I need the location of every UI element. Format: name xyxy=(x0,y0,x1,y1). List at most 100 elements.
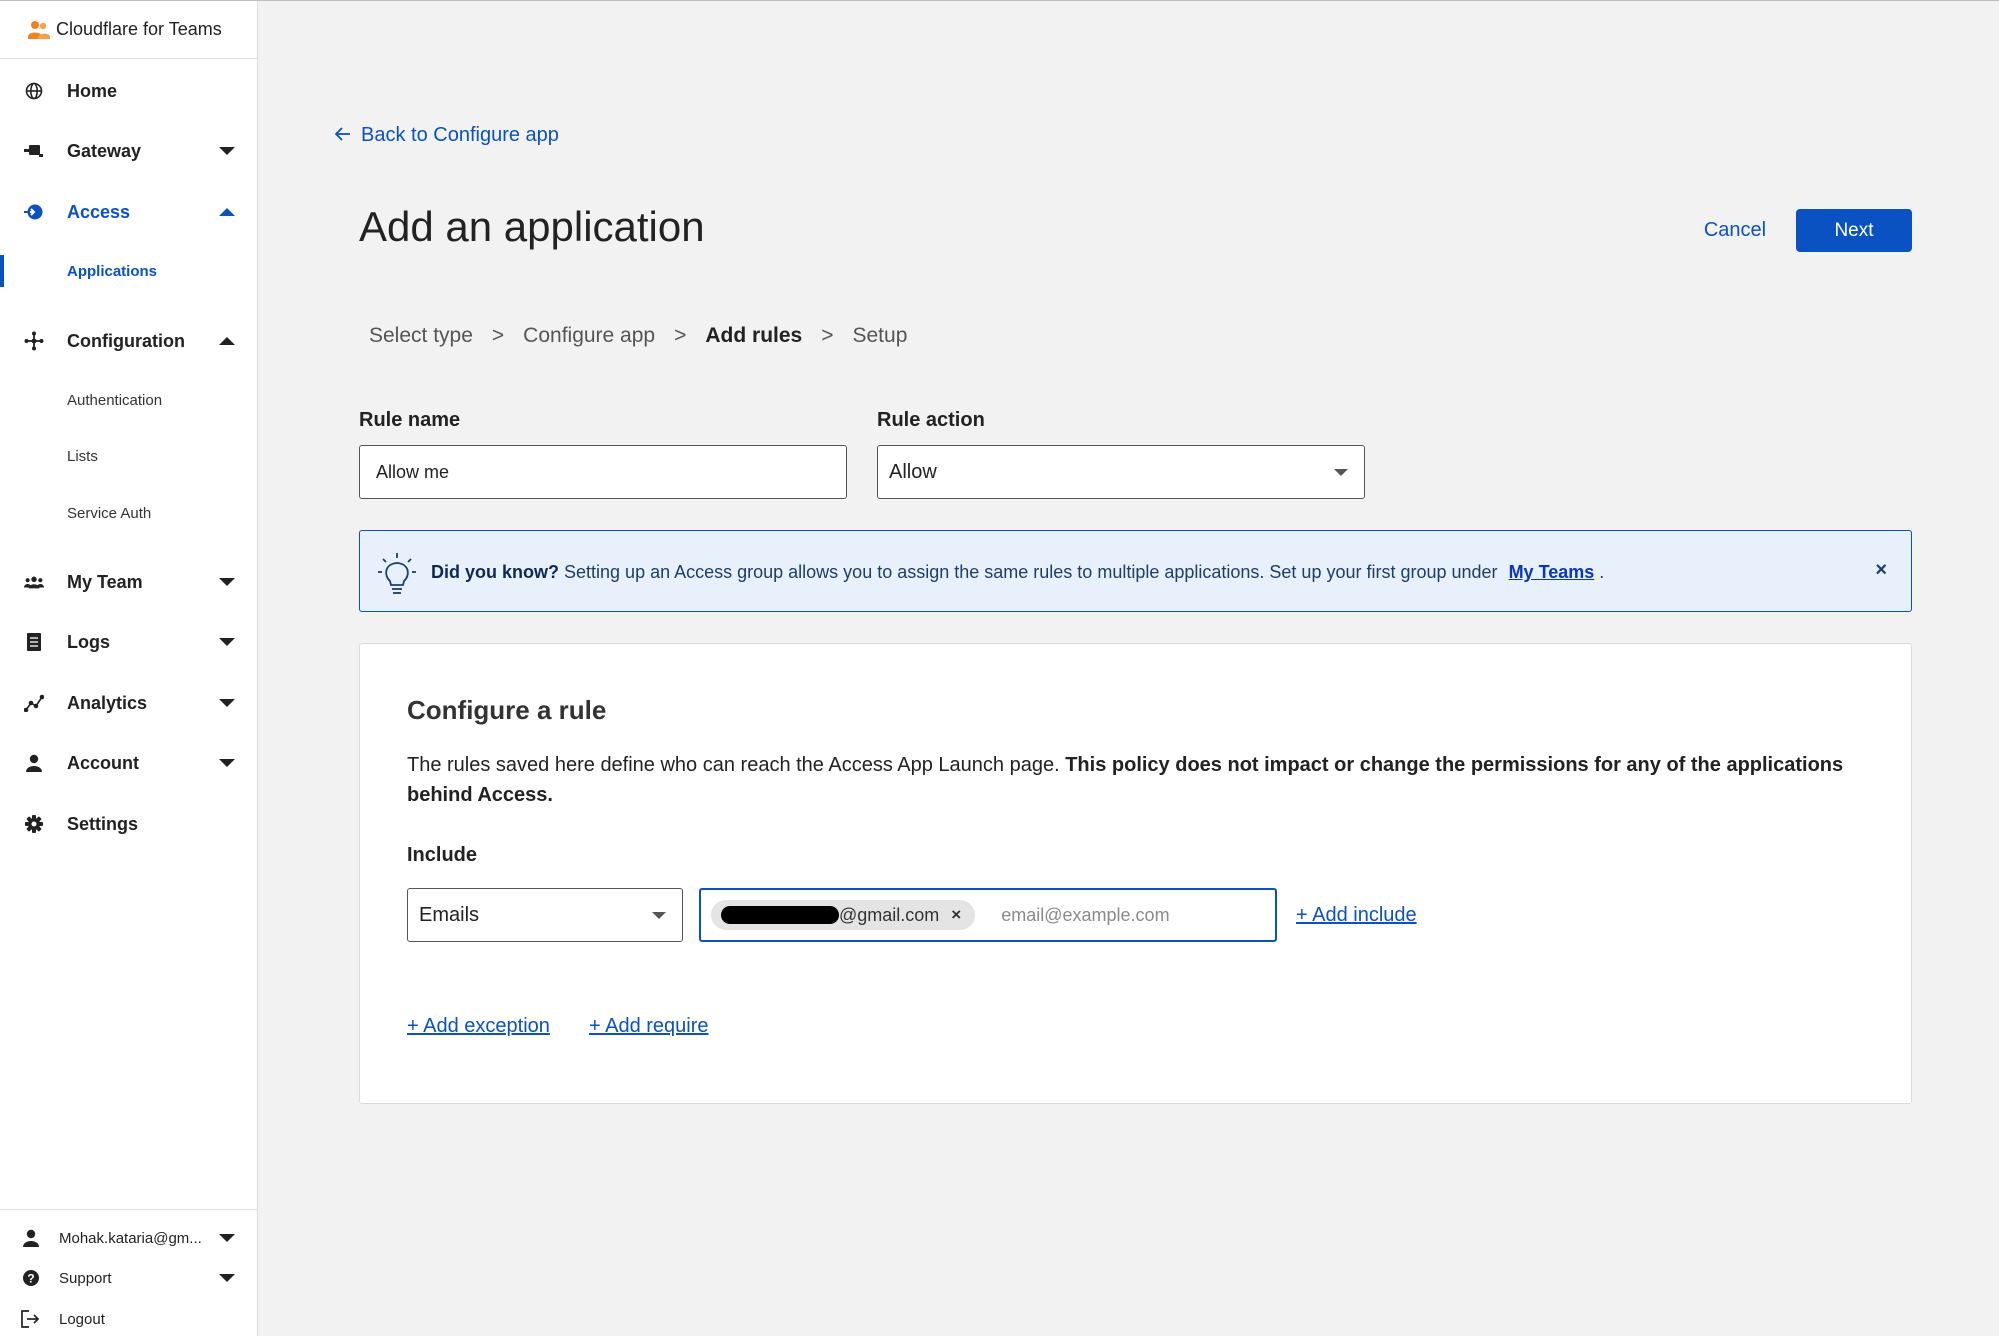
logout-label: Logout xyxy=(59,1310,105,1328)
redaction-mark xyxy=(721,906,839,924)
sidebar-item-label: Logs xyxy=(67,631,110,652)
top-border xyxy=(0,0,1999,1)
step-separator: > xyxy=(491,324,505,347)
rule-action-value: Allow xyxy=(889,460,937,483)
user-icon xyxy=(21,1228,41,1248)
chevron-down-icon xyxy=(219,578,235,586)
wizard-steps: Select type > Configure app > Add rules … xyxy=(369,324,907,348)
step-add-rules: Add rules xyxy=(705,324,803,347)
configure-rule-card: Configure a rule The rules saved here de… xyxy=(359,643,1912,1104)
sidebar-subitem-label: Applications xyxy=(67,262,158,280)
access-icon xyxy=(24,202,44,222)
rule-name-label: Rule name xyxy=(359,409,461,431)
sidebar-subitem-applications[interactable]: Applications xyxy=(0,253,257,289)
team-icon xyxy=(24,572,44,592)
sidebar-item-analytics[interactable]: Analytics xyxy=(0,681,257,725)
globe-icon xyxy=(24,81,44,101)
chevron-down-icon xyxy=(219,1234,235,1242)
sidebar-item-label: Gateway xyxy=(67,140,142,161)
sidebar-subitem-service-auth[interactable]: Service Auth xyxy=(0,495,257,531)
chevron-down-icon xyxy=(652,912,666,919)
email-placeholder: email@example.com xyxy=(1001,904,1170,925)
cancel-button[interactable]: Cancel xyxy=(1680,208,1790,252)
chevron-up-icon xyxy=(219,208,235,216)
gear-icon xyxy=(24,814,44,834)
sidebar-subitem-lists[interactable]: Lists xyxy=(0,438,257,474)
sidebar-item-my-team[interactable]: My Team xyxy=(0,560,257,604)
sidebar-item-label: Home xyxy=(67,80,118,101)
next-button[interactable]: Next xyxy=(1796,209,1912,252)
email-chip-domain: @gmail.com xyxy=(839,904,940,925)
step-separator: > xyxy=(674,324,687,347)
card-title: Configure a rule xyxy=(407,695,607,725)
chevron-down-icon xyxy=(1334,469,1348,476)
chevron-down-icon xyxy=(219,699,235,707)
sidebar-item-label: My Team xyxy=(67,571,143,592)
sidebar-subitem-authentication[interactable]: Authentication xyxy=(0,382,257,418)
support-menu[interactable]: ? Support xyxy=(0,1260,257,1296)
analytics-icon xyxy=(24,693,44,713)
sidebar: Cloudflare for Teams Home Gateway Access… xyxy=(0,1,258,1336)
sidebar-item-gateway[interactable]: Gateway xyxy=(0,129,257,173)
rule-name-input[interactable] xyxy=(359,445,847,499)
back-link[interactable]: Back to Configure app xyxy=(334,124,559,147)
help-icon: ? xyxy=(21,1268,41,1288)
tip-body: Setting up an Access group allows you to… xyxy=(564,562,1498,582)
sidebar-item-account[interactable]: Account xyxy=(0,741,257,785)
sidebar-item-logs[interactable]: Logs xyxy=(0,620,257,664)
rule-action-select[interactable]: Allow xyxy=(877,445,1365,499)
sidebar-subitem-label: Service Auth xyxy=(67,504,152,522)
sidebar-subitem-label: Lists xyxy=(67,447,98,465)
sidebar-item-access[interactable]: Access xyxy=(0,190,257,234)
logout-link[interactable]: Logout xyxy=(0,1301,257,1336)
tip-suffix: . xyxy=(1599,562,1605,582)
account-icon xyxy=(24,753,44,773)
sidebar-item-label: Analytics xyxy=(67,692,148,713)
chevron-down-icon xyxy=(219,147,235,155)
arrow-left-icon xyxy=(334,124,351,147)
my-teams-link[interactable]: My Teams xyxy=(1509,562,1595,582)
add-include-link[interactable]: + Add include xyxy=(1296,904,1417,927)
sidebar-item-label: Access xyxy=(67,201,131,222)
logout-icon xyxy=(21,1309,41,1329)
active-indicator xyxy=(0,255,4,287)
lightbulb-icon xyxy=(377,551,417,595)
step-configure-app: Configure app xyxy=(523,324,656,347)
close-icon[interactable]: × xyxy=(1875,559,1887,582)
remove-chip-icon[interactable]: × xyxy=(951,905,961,925)
chevron-up-icon xyxy=(219,337,235,345)
chevron-down-icon xyxy=(219,759,235,767)
sidebar-item-settings[interactable]: Settings xyxy=(0,802,257,846)
chevron-down-icon xyxy=(219,638,235,646)
page-title: Add an application xyxy=(359,203,705,250)
gateway-icon xyxy=(24,141,44,161)
user-menu[interactable]: Mohak.kataria@gm... xyxy=(0,1220,257,1256)
configuration-icon xyxy=(24,331,44,351)
team-logo-icon xyxy=(28,20,50,40)
app-title: Cloudflare for Teams xyxy=(56,19,222,39)
include-selector-value: Emails xyxy=(419,903,480,926)
tip-banner: Did you know? Setting up an Access group… xyxy=(359,530,1912,612)
card-description: The rules saved here define who can reac… xyxy=(407,750,1857,810)
rule-action-label: Rule action xyxy=(877,409,985,431)
card-description-plain: The rules saved here define who can reac… xyxy=(407,754,1060,776)
support-label: Support xyxy=(59,1269,112,1287)
chevron-down-icon xyxy=(219,1274,235,1282)
sidebar-item-home[interactable]: Home xyxy=(0,69,257,113)
step-setup: Setup xyxy=(852,324,908,347)
tip-text: Did you know? Setting up an Access group… xyxy=(431,562,1604,583)
add-exception-link[interactable]: + Add exception xyxy=(407,1015,550,1038)
tip-heading: Did you know? xyxy=(431,562,559,582)
step-separator: > xyxy=(821,324,834,347)
include-selector[interactable]: Emails xyxy=(407,888,683,942)
svg-text:?: ? xyxy=(27,1272,34,1286)
step-select-type: Select type xyxy=(369,324,473,347)
add-require-link[interactable]: + Add require xyxy=(589,1015,709,1038)
email-input[interactable]: @gmail.com × email@example.com xyxy=(699,888,1277,942)
sidebar-subitem-label: Authentication xyxy=(67,391,163,409)
sidebar-item-configuration[interactable]: Configuration xyxy=(0,319,257,363)
include-label: Include xyxy=(407,844,478,866)
logs-icon xyxy=(24,632,44,652)
brand[interactable]: Cloudflare for Teams xyxy=(0,1,257,59)
sidebar-item-label: Account xyxy=(67,752,139,773)
